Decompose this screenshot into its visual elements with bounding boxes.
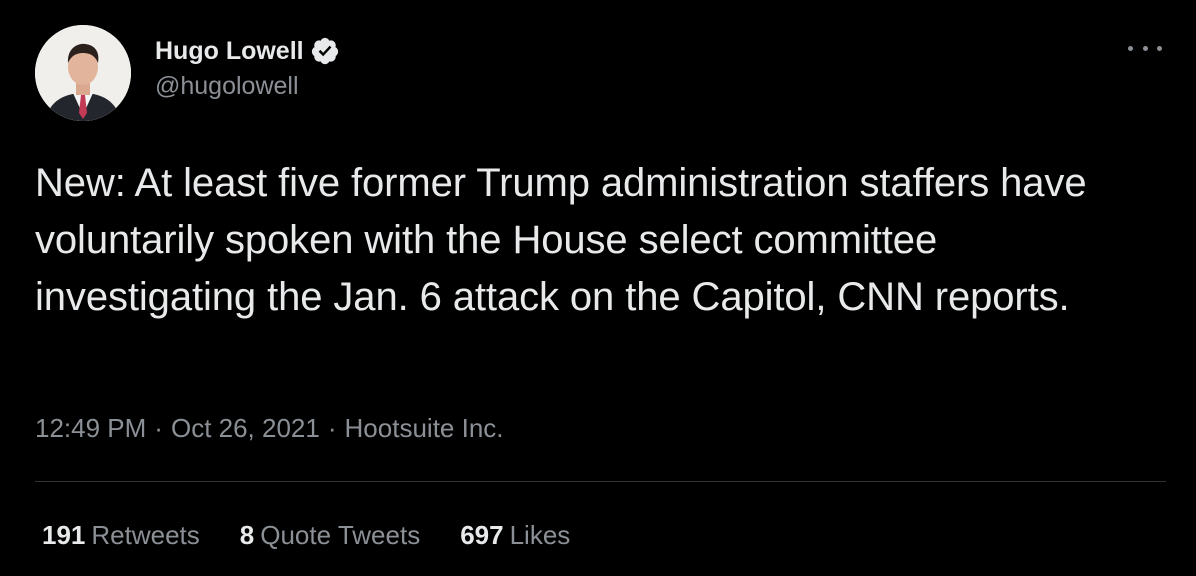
retweets-stat[interactable]: 191 Retweets [42,517,200,553]
likes-label: Likes [509,520,571,550]
meta-separator: · [327,413,337,443]
dot [1157,45,1162,51]
quote-tweets-label: Quote Tweets [260,520,421,550]
dot [1142,45,1148,51]
likes-stat[interactable]: 697 Likes [460,517,570,553]
more-horizontal-icon[interactable] [1128,36,1162,60]
retweets-label: Retweets [91,520,200,550]
handle[interactable]: @hugolowell [155,69,340,103]
retweets-count: 191 [42,520,86,550]
quote-tweets-count: 8 [239,520,255,550]
tweet-card: Hugo Lowell @hugolowell New: At least fi… [0,0,1196,576]
quote-tweets-stat[interactable]: 8 Quote Tweets [240,517,420,553]
author-block: Hugo Lowell @hugolowell [155,33,340,103]
profile-photo-icon [35,25,131,121]
engagement-stats: 191 Retweets 8 Quote Tweets 697 Likes [42,517,610,553]
divider [35,481,1166,482]
tweet-time[interactable]: 12:49 PM [35,413,146,443]
name-row: Hugo Lowell [155,33,340,69]
tweet-text: New: At least five former Trump administ… [35,161,1087,319]
dot [1128,45,1133,51]
meta-separator: · [154,413,163,443]
avatar[interactable] [35,25,131,121]
verified-badge-icon [310,36,340,66]
tweet-date[interactable]: Oct 26, 2021 [171,413,320,443]
tweet-meta: 12:49 PM · Oct 26, 2021 · Hootsuite Inc. [35,410,504,446]
display-name[interactable]: Hugo Lowell [155,33,304,69]
likes-count: 697 [460,520,504,550]
tweet-source[interactable]: Hootsuite Inc. [345,413,504,443]
